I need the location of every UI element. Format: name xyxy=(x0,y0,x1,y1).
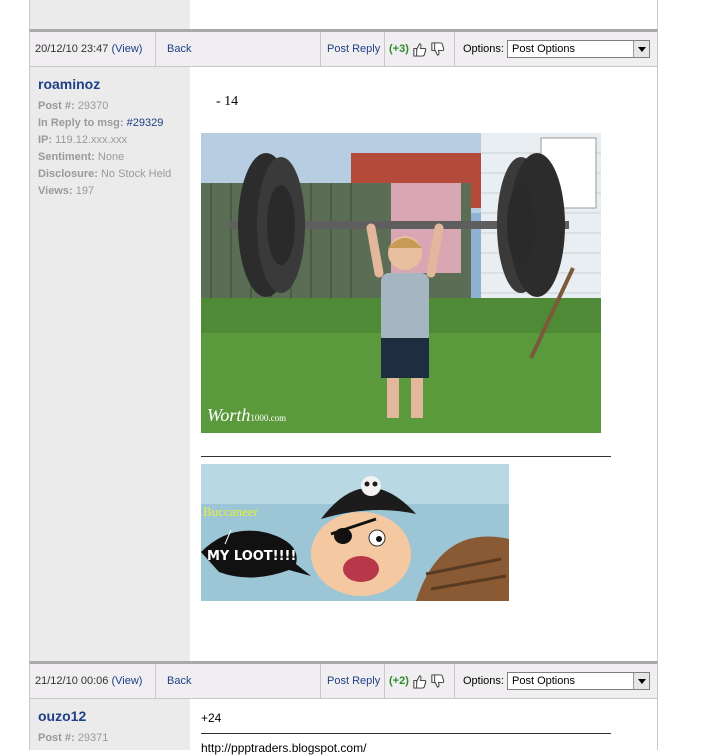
rating-cell-2: (+2) xyxy=(385,664,455,698)
dropdown-arrow-icon[interactable] xyxy=(633,673,649,689)
post-text-2: +24 xyxy=(201,711,222,725)
view-post-link-2[interactable]: (View) xyxy=(111,675,142,687)
in-reply-to: In Reply to msg: #29329 xyxy=(38,117,164,129)
options-label-2: Options: xyxy=(463,675,504,687)
post-date: 20/12/10 23:47 xyxy=(35,43,109,55)
reply-cell: Post Reply xyxy=(321,32,385,66)
views: Views: 197 xyxy=(38,185,95,197)
disclosure: Disclosure: No Stock Held xyxy=(38,168,172,180)
in-reply-to-link[interactable]: #29329 xyxy=(127,117,164,129)
post-divider-2 xyxy=(201,733,611,734)
post-text: - 14 xyxy=(216,94,239,109)
loot-speech-text: MY LOOT!!!! xyxy=(207,549,296,564)
post-body-container: roaminoz Post #: 29370 In Reply to msg: … xyxy=(29,67,658,661)
username-2[interactable]: ouzo12 xyxy=(38,708,86,724)
post-date-2: 21/12/10 00:06 xyxy=(35,675,109,687)
rating-cell: (+3) xyxy=(385,32,455,66)
thumbs-up-icon[interactable] xyxy=(412,42,427,57)
post-date-cell-2: 21/12/10 00:06 (View) xyxy=(30,664,156,698)
reply-cell-2: Post Reply xyxy=(321,664,385,698)
back-link-2[interactable]: Back xyxy=(167,675,191,687)
post-options-value-2: Post Options xyxy=(512,675,575,687)
post-toolbar: 20/12/10 23:47 (View) Back Post Reply (+… xyxy=(29,29,658,67)
view-post-link[interactable]: (View) xyxy=(111,43,142,55)
username[interactable]: roaminoz xyxy=(38,76,100,92)
back-cell-2: Back xyxy=(156,664,321,698)
weightlifting-photo xyxy=(201,133,601,433)
thumbs-up-icon[interactable] xyxy=(412,674,427,689)
post-options-select-2[interactable]: Post Options xyxy=(507,672,650,690)
thumbs-down-icon[interactable] xyxy=(430,674,445,689)
previous-post-sidebar xyxy=(30,0,190,30)
post-number: Post #: 29370 xyxy=(38,100,109,112)
post-reply-link[interactable]: Post Reply xyxy=(327,43,380,55)
options-label: Options: xyxy=(463,43,504,55)
post-body-container-2: ouzo12 Post #: 29371 +24 http://ppptrade… xyxy=(29,699,658,755)
rating-count-2: (+2) xyxy=(389,675,409,687)
buccaneer-caption: Buccaneer xyxy=(203,504,259,519)
ip-address: IP: 119.12.xxx.xxx xyxy=(38,134,128,146)
post-divider xyxy=(201,456,611,457)
previous-post xyxy=(29,0,658,30)
post-toolbar-2: 21/12/10 00:06 (View) Back Post Reply (+… xyxy=(29,661,658,699)
post-sidebar-2: ouzo12 Post #: 29371 xyxy=(30,699,190,750)
sentiment: Sentiment: None xyxy=(38,151,125,163)
post-number-2: Post #: 29371 xyxy=(38,732,109,744)
weightlifting-image: Worth1000.com xyxy=(201,133,601,433)
post-sidebar: roaminoz Post #: 29370 In Reply to msg: … xyxy=(30,67,190,661)
post-options-select[interactable]: Post Options xyxy=(507,40,650,58)
post-date-cell: 20/12/10 23:47 (View) xyxy=(30,32,156,66)
dropdown-arrow-icon[interactable] xyxy=(633,41,649,57)
rating-count: (+3) xyxy=(389,43,409,55)
image-watermark: Worth1000.com xyxy=(207,405,287,425)
pirate-image: MY LOOT!!!! Buccaneer xyxy=(201,464,509,601)
post-reply-link-2[interactable]: Post Reply xyxy=(327,675,380,687)
pirate-cartoon: MY LOOT!!!! Buccaneer xyxy=(201,464,509,601)
post-options-value: Post Options xyxy=(512,43,575,55)
back-cell: Back xyxy=(156,32,321,66)
back-link[interactable]: Back xyxy=(167,43,191,55)
blog-link[interactable]: http://ppptraders.blogspot.com/ xyxy=(201,741,366,755)
thumbs-down-icon[interactable] xyxy=(430,42,445,57)
